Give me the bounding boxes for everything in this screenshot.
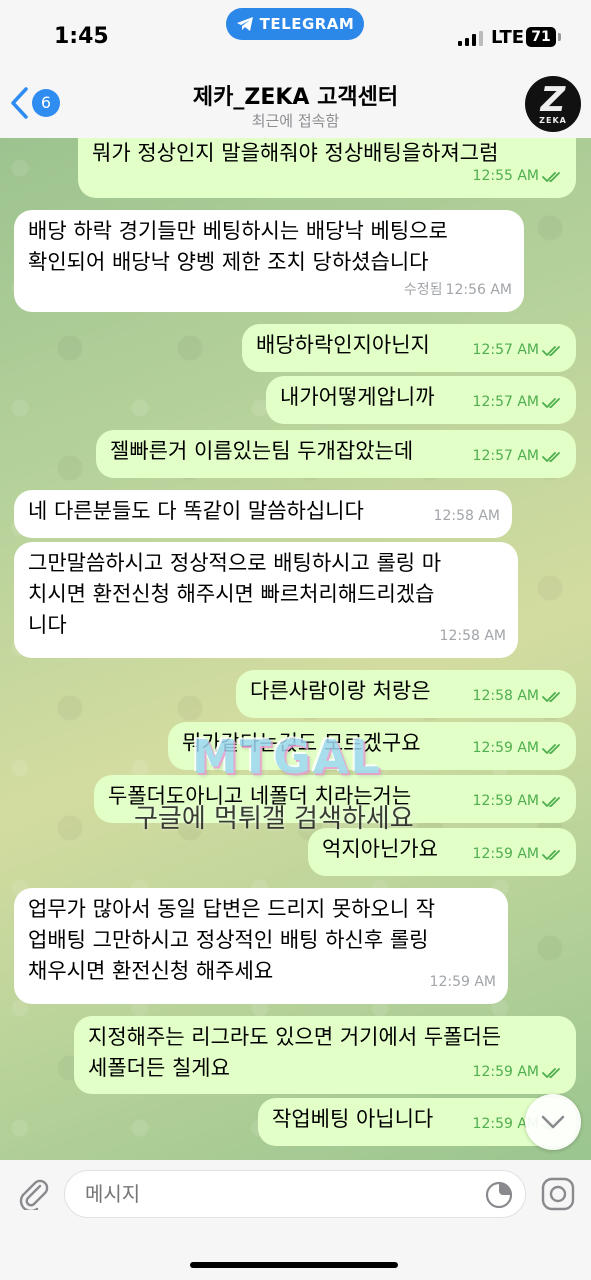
battery-tip [558, 33, 561, 41]
outgoing-message[interactable]: 배당하락인지아닌지 12:57 AM [242, 324, 576, 372]
double-check-icon [542, 1067, 560, 1078]
chat-title[interactable]: 제카_ZEKA 고객센터 [0, 79, 591, 111]
message-time: 12:59 AM [472, 1064, 539, 1080]
sticker-icon[interactable] [484, 1180, 514, 1210]
message-time: 12:58 AM [433, 508, 500, 524]
camera-icon[interactable] [540, 1176, 576, 1212]
message-meta: 12:57 AM [473, 441, 564, 472]
message-time: 12:55 AM [472, 168, 539, 184]
message-text: 네 다른분들도 다 똑같이 말씀하십니다 [28, 499, 364, 523]
message-input[interactable] [64, 1170, 526, 1218]
outgoing-message[interactable]: 내가어떻게압니까 12:57 AM [266, 376, 576, 424]
message-meta: 12:58 AM [434, 501, 500, 532]
outgoing-message[interactable]: 다른사람이랑 처랑은 12:58 AM [236, 670, 576, 718]
paperclip-icon[interactable] [16, 1176, 50, 1210]
message-meta: 수정됨 12:56 AM [404, 275, 512, 306]
chat-header: 6 제카_ZEKA 고객센터 최근에 접속함 Z ZEKA [0, 70, 591, 138]
message-meta: 12:59 AM [473, 839, 564, 870]
message-text: 그만말씀하시고 정상적으로 배팅하시고 롤링 마 치시면 환전신청 해주시면 빠… [28, 551, 442, 637]
message-time: 12:57 AM [472, 394, 539, 410]
incoming-message[interactable]: 그만말씀하시고 정상적으로 배팅하시고 롤링 마 치시면 환전신청 해주시면 빠… [14, 542, 518, 658]
double-check-icon [542, 691, 560, 702]
home-indicator [190, 1262, 398, 1268]
signal-icon [458, 31, 483, 46]
telegram-icon [236, 17, 253, 31]
double-check-icon [542, 345, 560, 356]
double-check-icon [542, 397, 560, 408]
message-text: 업무가 많아서 동일 답변은 드리지 못하오니 작 업배팅 그만하시고 정상적인… [28, 897, 436, 983]
message-meta: 12:59 AM [473, 1057, 564, 1088]
message-meta: 12:59 AM [473, 786, 564, 817]
message-meta: 12:59 AM [430, 967, 496, 998]
message-meta: 12:58 AM [473, 681, 564, 712]
double-check-icon [542, 451, 560, 462]
incoming-message[interactable]: 업무가 많아서 동일 답변은 드리지 못하오니 작 업배팅 그만하시고 정상적인… [14, 888, 508, 1004]
telegram-pill[interactable]: TELEGRAM [226, 8, 364, 40]
message-time: 12:56 AM [445, 282, 512, 298]
avatar[interactable]: Z ZEKA [525, 76, 581, 132]
status-bar: 1:45 TELEGRAM LTE 71 [0, 0, 591, 70]
message-time: 12:58 AM [472, 688, 539, 704]
status-time: 1:45 [54, 24, 109, 49]
edited-label: 수정됨 [403, 282, 443, 298]
message-time: 12:58 AM [439, 628, 506, 644]
incoming-message[interactable]: 배당 하락 경기들만 베팅하시는 배당낙 베팅으로 확인되어 배당낙 양벵 제한… [14, 210, 524, 312]
outgoing-message[interactable]: 젤빠른거 이름있는팀 두개잡았는데 12:57 AM [96, 430, 576, 478]
scroll-down-button[interactable] [525, 1094, 581, 1150]
battery-icon: 71 [526, 27, 556, 47]
telegram-pill-label: TELEGRAM [259, 15, 355, 33]
message-time: 12:57 AM [472, 342, 539, 358]
outgoing-message[interactable]: 지정해주는 리그라도 있으면 거기에서 두폴더든 세폴더든 칠게요 12:59 A… [74, 1016, 576, 1094]
chat-background: 뭐가 정상인지 말을해줘야 정상배팅을하져그럼 12:55 AM 배당 하락 경기들… [0, 138, 591, 1160]
message-time: 12:59 AM [472, 846, 539, 862]
avatar-letter: Z [540, 79, 566, 120]
message-time: 12:59 AM [472, 793, 539, 809]
message-text: 배당 하락 경기들만 베팅하시는 배당낙 베팅으로 확인되어 배당낙 양벵 제한… [28, 219, 448, 274]
chevron-down-icon [541, 1115, 565, 1129]
message-meta: 12:58 AM [440, 621, 506, 652]
message-time: 12:59 AM [429, 974, 496, 990]
avatar-label: ZEKA [539, 115, 567, 125]
message-time: 12:59 AM [472, 740, 539, 756]
watermark-logo: MTGAL [192, 730, 382, 784]
double-check-icon [542, 171, 560, 182]
chat-status: 최근에 접속함 [251, 112, 340, 130]
double-check-icon [542, 743, 560, 754]
outgoing-message[interactable]: 뭐가 정상인지 말을해줘야 정상배팅을하져그럼 12:55 AM [78, 138, 576, 198]
message-time: 12:57 AM [472, 448, 539, 464]
message-meta: 12:57 AM [473, 387, 564, 418]
message-meta: 12:57 AM [473, 335, 564, 366]
message-meta: 12:55 AM [473, 161, 564, 192]
outgoing-message[interactable]: 억지아닌가요 12:59 AM [308, 828, 576, 876]
message-meta: 12:59 AM [473, 733, 564, 764]
watermark-text: 구글에 먹튀갤 검색하세요 [134, 804, 414, 834]
double-check-icon [542, 849, 560, 860]
network-label: LTE [491, 27, 525, 48]
input-bar [0, 1160, 591, 1280]
double-check-icon [542, 796, 560, 807]
incoming-message[interactable]: 네 다른분들도 다 똑같이 말씀하십니다 12:58 AM [14, 490, 512, 538]
